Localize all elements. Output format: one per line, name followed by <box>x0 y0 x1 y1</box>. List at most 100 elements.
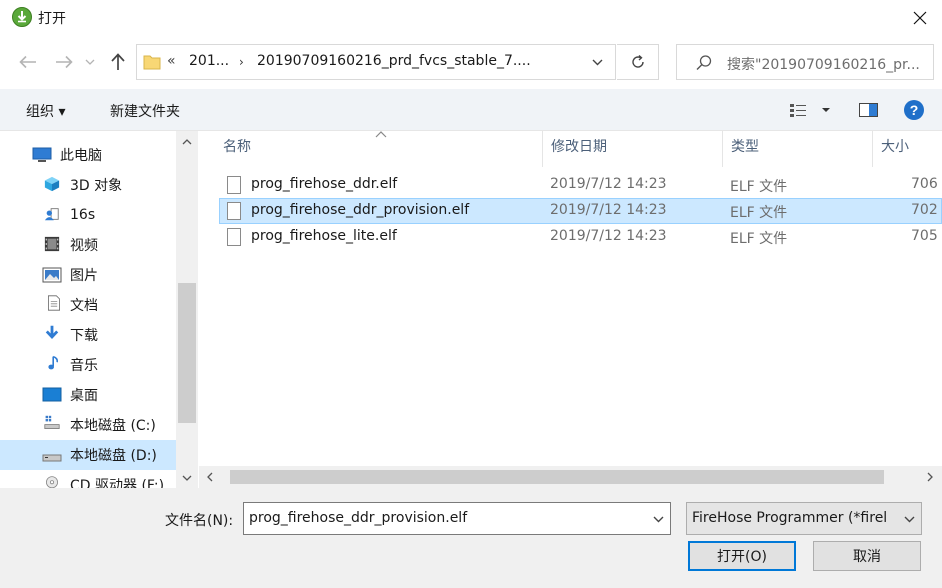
filename-value[interactable]: prog_firehose_ddr_provision.elf <box>249 510 467 526</box>
sidebar-item-pictures[interactable]: 图片 <box>0 260 176 290</box>
back-button[interactable] <box>14 48 42 76</box>
file-row-selected[interactable]: prog_firehose_ddr_provision.elf 2019/7/1… <box>219 198 942 224</box>
sidebar-item-label: 16s <box>70 207 96 223</box>
download-app-icon <box>12 7 32 27</box>
recent-locations-button[interactable] <box>80 48 100 76</box>
svg-text:?: ? <box>910 102 919 118</box>
refresh-icon <box>631 54 644 68</box>
sidebar-item-label: 桌面 <box>70 388 98 404</box>
music-icon <box>48 355 59 370</box>
help-button[interactable]: ? <box>903 99 925 121</box>
close-icon <box>913 11 927 25</box>
organize-menu[interactable]: 组织 ▾ <box>26 101 65 121</box>
file-name: prog_firehose_lite.elf <box>251 228 397 244</box>
up-button[interactable] <box>104 48 132 76</box>
sidebar-item-cd-drive[interactable]: CD 驱动器 (F:) <box>0 470 176 488</box>
file-icon <box>227 202 241 220</box>
3d-objects-icon <box>44 176 60 192</box>
folder-icon <box>143 55 161 70</box>
breadcrumb-parent[interactable]: 201... <box>189 53 229 69</box>
download-icon <box>45 325 59 340</box>
sidebar-item-label: 3D 对象 <box>70 178 123 194</box>
file-date: 2019/7/12 14:23 <box>550 228 667 244</box>
scroll-right-icon[interactable] <box>927 472 933 482</box>
sidebar-item-label: 视频 <box>70 238 98 254</box>
sidebar-item-music[interactable]: 音乐 <box>0 350 176 380</box>
filetype-value: FireHose Programmer (*firel <box>692 510 888 526</box>
new-folder-button[interactable]: 新建文件夹 <box>110 101 180 121</box>
sidebar-scroll-thumb[interactable] <box>178 283 196 423</box>
breadcrumb-separator-icon[interactable]: › <box>239 55 244 69</box>
drive-c-icon <box>44 415 60 429</box>
sidebar-item-label: 此电脑 <box>60 148 102 164</box>
filename-history-dropdown[interactable] <box>648 511 668 527</box>
cd-drive-icon <box>46 476 58 488</box>
scroll-left-icon[interactable] <box>207 472 213 482</box>
preview-pane-icon <box>859 103 878 117</box>
overflow-chevron[interactable]: « <box>167 53 176 69</box>
file-row[interactable]: prog_firehose_lite.elf 2019/7/12 14:23 E… <box>219 224 942 250</box>
refresh-button[interactable] <box>617 44 659 80</box>
file-name: prog_firehose_ddr.elf <box>251 176 398 192</box>
sidebar-item-label: 本地磁盘 (D:) <box>70 448 157 464</box>
sidebar-item-documents[interactable]: 文档 <box>0 290 176 320</box>
sidebar-item-16s[interactable]: 16s <box>0 200 176 230</box>
chevron-down-icon <box>85 59 95 65</box>
column-header-name[interactable]: 名称 <box>215 131 543 167</box>
address-history-dropdown[interactable] <box>585 53 609 71</box>
filename-input[interactable]: prog_firehose_ddr_provision.elf <box>243 502 671 535</box>
title-bar: 打开 <box>0 0 942 36</box>
navigation-pane: 此电脑 3D 对象 16s 视频 图片 文档 下载 音乐 桌面 本地磁盘 (C:… <box>0 131 198 488</box>
filetype-dropdown-arrow[interactable] <box>899 511 919 527</box>
up-arrow-icon <box>111 53 125 70</box>
filename-label: 文件名(N): <box>165 513 234 529</box>
file-type: ELF 文件 <box>730 231 788 247</box>
sidebar-item-desktop[interactable]: 桌面 <box>0 380 176 410</box>
back-arrow-icon <box>19 55 36 69</box>
file-date: 2019/7/12 14:23 <box>550 202 667 218</box>
file-name: prog_firehose_ddr_provision.elf <box>251 202 470 218</box>
chevron-down-icon <box>592 59 602 65</box>
column-header-size[interactable]: 大小 <box>873 131 942 167</box>
search-icon <box>696 55 712 70</box>
desktop-icon <box>42 387 62 402</box>
filetype-select[interactable]: FireHose Programmer (*firel <box>686 502 922 535</box>
forward-button[interactable] <box>50 48 78 76</box>
forward-arrow-icon <box>56 55 73 69</box>
open-button[interactable]: 打开(O) <box>688 541 796 571</box>
file-icon <box>227 228 241 246</box>
user-folder-icon <box>44 208 59 221</box>
file-size: 705 <box>911 228 938 244</box>
chevron-down-icon <box>904 516 914 522</box>
scroll-down-icon[interactable] <box>182 475 192 481</box>
scroll-up-icon[interactable] <box>182 139 192 145</box>
close-button[interactable] <box>898 0 942 36</box>
chevron-down-icon <box>653 516 663 522</box>
file-icon <box>227 176 241 194</box>
sidebar-item-label: 音乐 <box>70 358 98 374</box>
address-bar[interactable]: « 201... › 20190709160216_prd_fvcs_stabl… <box>136 44 616 80</box>
computer-icon <box>32 147 52 162</box>
breadcrumb-current[interactable]: 20190709160216_prd_fvcs_stable_7.... <box>257 53 531 69</box>
cancel-button[interactable]: 取消 <box>813 541 921 571</box>
file-list-scroll-thumb[interactable] <box>230 470 884 484</box>
column-header-type[interactable]: 类型 <box>723 131 873 167</box>
documents-icon <box>48 295 60 311</box>
sidebar-item-drive-d[interactable]: 本地磁盘 (D:) <box>0 440 176 470</box>
sidebar-item-drive-c[interactable]: 本地磁盘 (C:) <box>0 410 176 440</box>
sidebar-item-3d-objects[interactable]: 3D 对象 <box>0 170 176 200</box>
sidebar-item-label: 本地磁盘 (C:) <box>70 418 156 434</box>
view-options-button[interactable] <box>788 100 836 120</box>
sidebar-item-this-pc[interactable]: 此电脑 <box>0 140 176 170</box>
help-icon: ? <box>904 100 924 120</box>
video-icon <box>44 236 60 252</box>
search-box[interactable]: 搜索"20190709160216_pr... <box>676 44 934 80</box>
preview-pane-button[interactable] <box>858 100 880 120</box>
sidebar-item-downloads[interactable]: 下载 <box>0 320 176 350</box>
file-type: ELF 文件 <box>730 205 788 221</box>
file-size: 702 <box>911 202 938 218</box>
sidebar-item-videos[interactable]: 视频 <box>0 230 176 260</box>
column-header-date[interactable]: 修改日期 <box>543 131 723 167</box>
file-row[interactable]: prog_firehose_ddr.elf 2019/7/12 14:23 EL… <box>219 172 942 198</box>
file-list: 名称 修改日期 类型 大小 prog_firehose_ddr.elf 2019… <box>199 131 942 488</box>
